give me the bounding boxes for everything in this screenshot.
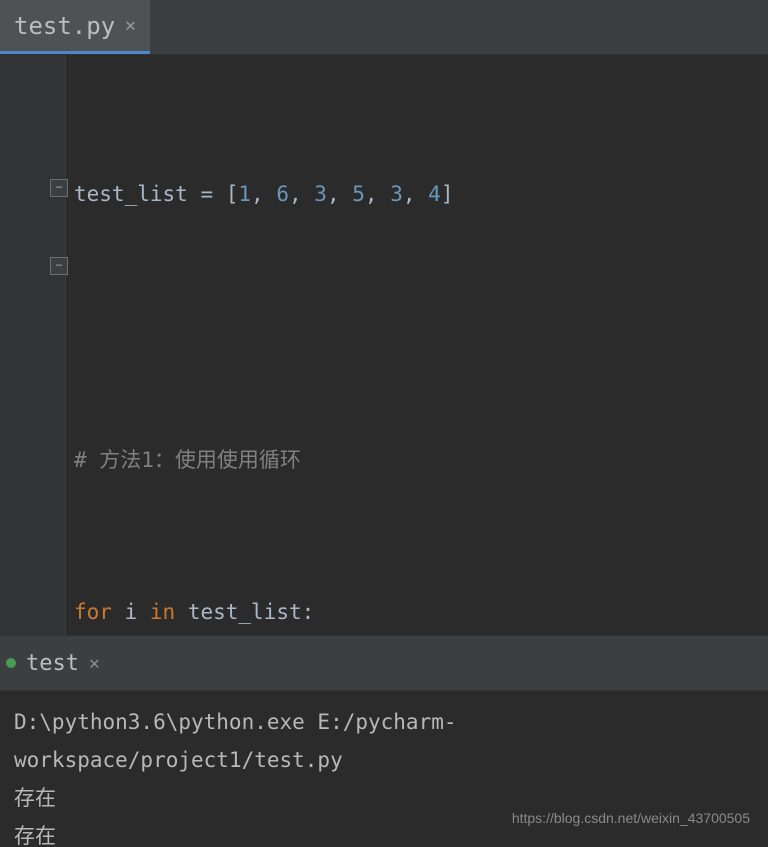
editor-gutter: − − [0, 55, 66, 635]
code-editor[interactable]: − − test_list = [1, 6, 3, 5, 3, 4] # 方法1… [0, 55, 768, 635]
run-status-icon [6, 658, 16, 668]
run-config-name[interactable]: test [26, 651, 79, 676]
console-line: D:\python3.6\python.exe E:/pycharm-works… [14, 703, 754, 779]
close-icon[interactable]: ✕ [125, 15, 136, 36]
editor-tab-bar: test.py ✕ [0, 0, 768, 55]
code-line: test_list = [1, 6, 3, 5, 3, 4] [74, 175, 768, 213]
editor-tab-test-py[interactable]: test.py ✕ [0, 0, 150, 54]
fold-icon[interactable]: − [50, 179, 68, 197]
fold-icon[interactable]: − [50, 257, 68, 275]
watermark: https://blog.csdn.net/weixin_43700505 [512, 799, 750, 837]
comment: # 方法1：使用使用循环 [74, 448, 301, 472]
code-line: for i in test_list: [74, 593, 768, 631]
tab-filename: test.py [14, 12, 115, 40]
run-console[interactable]: D:\python3.6\python.exe E:/pycharm-works… [0, 691, 768, 847]
